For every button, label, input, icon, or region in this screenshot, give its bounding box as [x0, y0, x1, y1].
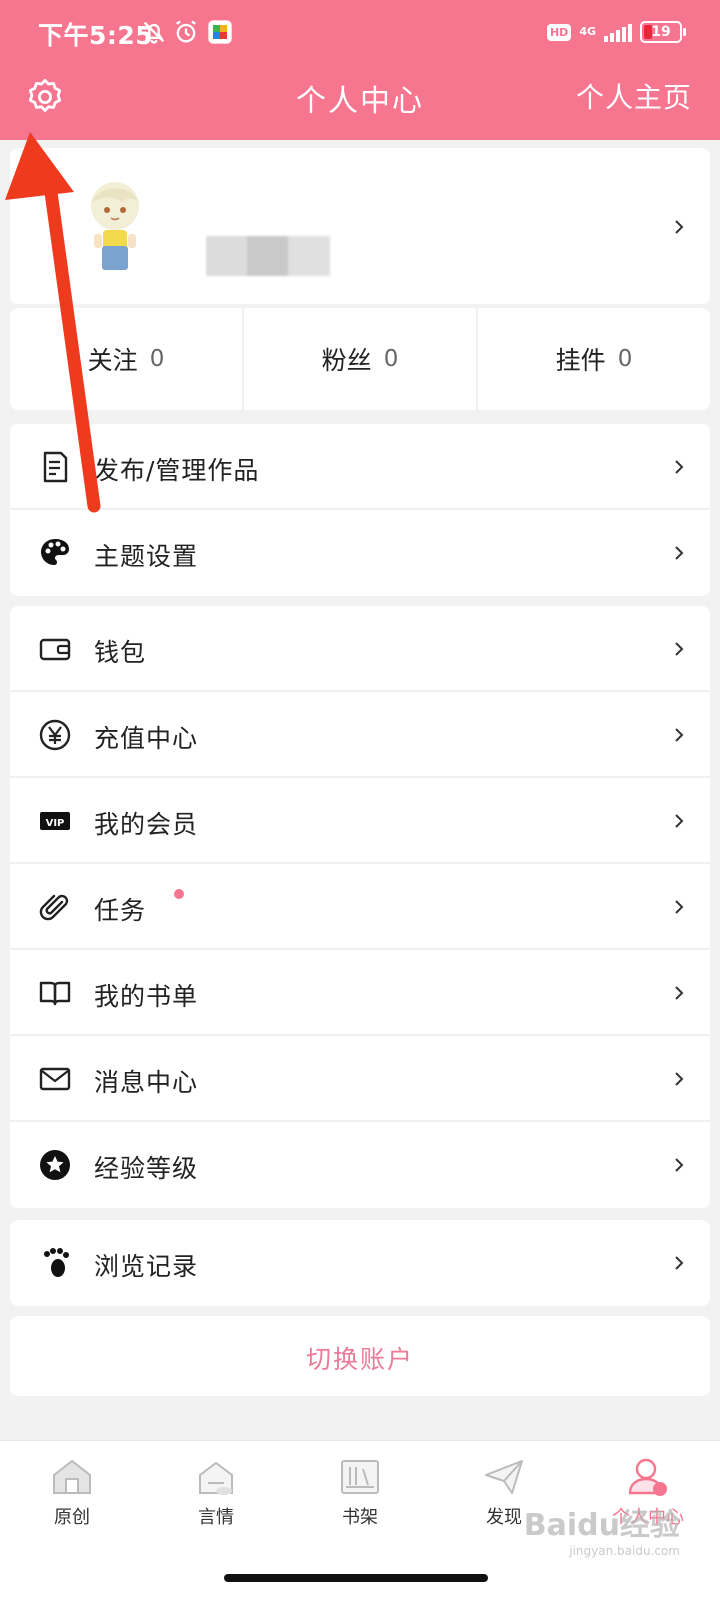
stat-value: 0: [617, 346, 633, 372]
chevron-right-icon: [675, 814, 684, 828]
chevron-right-icon: [675, 1072, 684, 1086]
house-icon: [53, 1459, 91, 1494]
chevron-right-icon: [675, 986, 684, 1000]
yen-icon: [39, 719, 71, 751]
menu-item-label: 我的会员: [94, 810, 199, 839]
menu-item-label: 钱包: [94, 638, 147, 667]
status-bar: 下午5:25 HD 4G 19: [0, 0, 720, 64]
menu-item-my-membership[interactable]: VIP 我的会员: [10, 778, 710, 864]
menu-item-recharge-center[interactable]: 充值中心: [10, 692, 710, 778]
menu-group-history: 浏览记录: [10, 1220, 710, 1306]
document-icon: [43, 451, 68, 483]
bookshelf-icon: [341, 1460, 379, 1494]
header-bar: 下午5:25 HD 4G 19 个人中心 个人主页: [0, 0, 720, 140]
username-redacted: [206, 236, 330, 276]
battery-icon: 19: [640, 21, 686, 43]
palette-icon: [41, 539, 69, 565]
profile-card[interactable]: [10, 148, 710, 304]
stat-value: 0: [149, 346, 165, 372]
chevron-right-icon: [675, 460, 684, 474]
status-time: 下午5:25: [38, 21, 154, 50]
stat-label: 粉丝: [321, 346, 372, 375]
status-indicators: HD 4G 19: [546, 18, 686, 46]
house-outline-icon: [199, 1461, 233, 1495]
stat-label: 挂件: [555, 346, 606, 375]
watermark-url: jingyan.baidu.com: [569, 1544, 680, 1558]
menu-item-label: 我的书单: [94, 982, 199, 1011]
nav-label: 言情: [198, 1507, 234, 1528]
menu-item-label: 发布/管理作品: [94, 456, 260, 485]
menu-item-experience-level[interactable]: 经验等级: [10, 1122, 710, 1208]
menu-item-message-center[interactable]: 消息中心: [10, 1036, 710, 1122]
menu-item-my-booklist[interactable]: 我的书单: [10, 950, 710, 1036]
nav-label: 书架: [342, 1507, 378, 1528]
menu-item-wallet[interactable]: 钱包: [10, 606, 710, 692]
mail-icon: [39, 1067, 71, 1091]
menu-item-label: 消息中心: [94, 1068, 199, 1097]
chevron-right-icon: [675, 900, 684, 914]
menu-item-label: 主题设置: [94, 542, 199, 571]
paper-plane-icon: [485, 1460, 523, 1494]
alarm-icon: [176, 20, 196, 43]
personal-homepage-link[interactable]: 个人主页: [576, 76, 692, 116]
chevron-right-icon: [675, 642, 684, 656]
switch-account-button[interactable]: 切换账户: [10, 1316, 710, 1396]
notification-dot: [174, 889, 184, 899]
app-notification-icon: [208, 20, 232, 44]
watermark: Baidu经验: [523, 1508, 680, 1543]
menu-group-works: 发布/管理作品 主题设置: [10, 424, 710, 596]
stat-following[interactable]: 关注 0: [10, 308, 244, 410]
menu-item-theme-settings[interactable]: 主题设置: [10, 510, 710, 596]
menu-item-label: 充值中心: [94, 724, 199, 753]
menu-group-account: 钱包 充值中心 VIP 我的会员 任务 我的书单 消息中心 经验等级: [10, 606, 710, 1208]
battery-level: 19: [651, 24, 671, 40]
chevron-right-icon: [675, 546, 684, 560]
stat-pendants[interactable]: 挂件 0: [478, 308, 710, 410]
chevron-right-icon: [675, 728, 684, 742]
paperclip-icon: [39, 894, 69, 921]
menu-item-publish-works[interactable]: 发布/管理作品: [10, 424, 710, 510]
home-indicator[interactable]: [224, 1574, 488, 1582]
menu-item-browse-history[interactable]: 浏览记录: [10, 1220, 710, 1306]
bell-off-icon: [143, 21, 165, 44]
chevron-right-icon: [675, 220, 684, 234]
stat-value: 0: [383, 346, 399, 372]
menu-item-label: 经验等级: [94, 1154, 199, 1183]
nav-label: 原创: [54, 1507, 90, 1528]
star-icon: [40, 1150, 70, 1180]
signal-icon: [604, 22, 632, 42]
stat-fans[interactable]: 粉丝 0: [244, 308, 478, 410]
avatar[interactable]: [80, 176, 150, 276]
hd-badge: HD: [546, 23, 572, 41]
footprint-icon: [44, 1248, 69, 1277]
switch-account-label: 切换账户: [305, 1345, 414, 1374]
book-icon: [39, 981, 71, 1006]
network-type: 4G: [579, 25, 596, 38]
chevron-right-icon: [675, 1256, 684, 1270]
user-icon: [628, 1458, 667, 1496]
nav-tab-original[interactable]: 原创: [0, 1441, 144, 1600]
menu-item-label: 任务: [94, 896, 147, 925]
vip-icon: VIP: [40, 812, 70, 830]
wallet-icon: [39, 638, 71, 661]
stats-card: 关注 0 粉丝 0 挂件 0: [10, 308, 710, 410]
menu-item-tasks[interactable]: 任务: [10, 864, 710, 950]
chevron-right-icon: [675, 1158, 684, 1172]
svg-text:VIP: VIP: [46, 818, 65, 829]
stat-label: 关注: [87, 346, 138, 375]
menu-item-label: 浏览记录: [94, 1252, 199, 1281]
